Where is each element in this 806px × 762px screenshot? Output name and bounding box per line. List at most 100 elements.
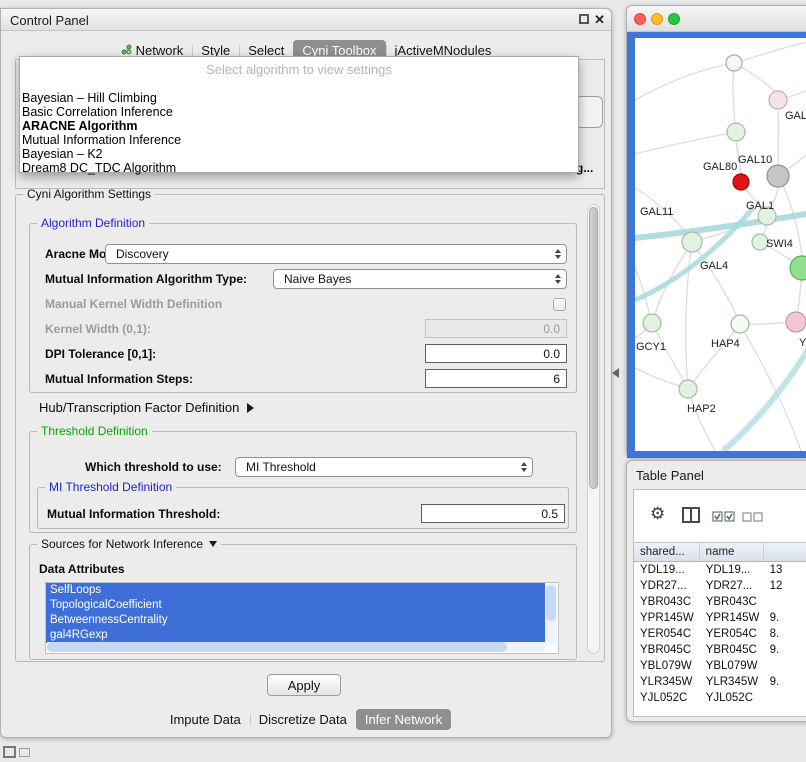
manual-kernel-checkbox[interactable]	[553, 298, 566, 311]
node-green-upper[interactable]	[727, 123, 745, 141]
attribute-item-topologicalcoefficient[interactable]: TopologicalCoefficient	[46, 598, 545, 613]
close-icon[interactable]: ✕	[594, 12, 605, 28]
node-gcy1[interactable]	[643, 314, 661, 332]
network-edge[interactable]	[652, 323, 688, 389]
dock-panel-icon-2[interactable]	[19, 748, 30, 757]
spinner-arrows-icon	[521, 462, 527, 472]
control-panel-titlebar[interactable]: Control Panel ✕	[1, 9, 611, 31]
node-top[interactable]	[726, 55, 742, 71]
table-row[interactable]: YBR045CYBR045C9.	[634, 642, 806, 658]
attribute-item-betweennesscentrality[interactable]: BetweennessCentrality	[46, 613, 545, 628]
table-row[interactable]: YJL052CYJL052C	[634, 690, 806, 706]
dock-panel-icon[interactable]	[3, 746, 16, 758]
network-edge[interactable]	[740, 324, 801, 451]
data-attributes-label: Data Attributes	[39, 562, 125, 576]
table-row[interactable]: YPR145WYPR145W9.	[634, 610, 806, 626]
network-edge[interactable]	[734, 40, 806, 63]
algorithm-option-mutual-information-inference[interactable]: Mutual Information Inference	[21, 133, 577, 147]
table-cell: YBR045C	[700, 642, 764, 658]
hub-transcription-section-toggle[interactable]: Hub/Transcription Factor Definition	[39, 400, 254, 415]
kernel-width-input[interactable]: 0.0	[425, 319, 567, 338]
table-cell: 13	[764, 562, 806, 578]
algorithm-option-bayesian-hill-climbing[interactable]: Bayesian – Hill Climbing	[21, 91, 577, 105]
node-gal10-red[interactable]	[733, 174, 749, 190]
algorithm-option-bayesian-k2[interactable]: Bayesian – K2	[21, 147, 577, 161]
bottom-tab-impute-data[interactable]: Impute Data	[161, 709, 250, 730]
algorithm-option-dream8-dc-tdc-algorithm[interactable]: Dream8 DC_TDC Algorithm	[21, 161, 577, 175]
attributes-hscroll-thumb[interactable]	[47, 642, 507, 652]
attributes-horizontal-scrollbar[interactable]	[47, 642, 545, 652]
table-cell	[764, 690, 806, 706]
panel-collapse-handle[interactable]	[612, 368, 619, 378]
mi-steps-input[interactable]: 6	[425, 369, 567, 388]
node-label-gal4: GAL4	[700, 260, 728, 272]
network-canvas[interactable]: GAL8GAL80GAL10GAL11GAL1SWI4GAL4GCY1HAP4Y…	[635, 38, 806, 451]
attributes-vscroll-thumb[interactable]	[546, 585, 556, 621]
column-header-3[interactable]	[764, 543, 806, 561]
network-edge[interactable]	[688, 324, 740, 389]
dpi-tolerance-input[interactable]: 0.0	[425, 344, 567, 363]
node-label-swi4: SWI4	[766, 238, 793, 250]
select-columns-icon[interactable]	[712, 511, 735, 522]
mi-steps-label: Mutual Information Steps:	[45, 372, 193, 386]
table-row[interactable]: YBL079WYBL079W	[634, 658, 806, 674]
table-header-row: shared...name	[634, 542, 806, 562]
settings-scrollbar-thumb[interactable]	[589, 207, 598, 489]
column-header-name[interactable]: name	[700, 543, 764, 561]
network-window-titlebar[interactable]	[627, 6, 806, 32]
node-label-gcy1: GCY1	[636, 341, 666, 353]
columns-icon[interactable]	[682, 507, 700, 523]
node-gal4[interactable]	[682, 232, 702, 252]
column-header-shared[interactable]: shared...	[634, 543, 700, 561]
network-edge[interactable]	[635, 132, 736, 154]
table-cell: 8.	[764, 626, 806, 642]
table-row[interactable]: YDL19...YDL19...13	[634, 562, 806, 578]
table-row[interactable]: YLR345WYLR345W9.	[634, 674, 806, 690]
node-hap2[interactable]	[679, 380, 697, 398]
attribute-item-gal4rgexp[interactable]: gal4RGexp	[46, 628, 545, 643]
node-pink-top[interactable]	[769, 91, 787, 109]
node-hap4[interactable]	[731, 315, 749, 333]
gear-icon[interactable]: ⚙	[650, 504, 665, 524]
settings-scrollbar[interactable]	[587, 204, 600, 654]
minimize-traffic-light-icon[interactable]	[651, 13, 663, 25]
network-edge[interactable]	[635, 63, 734, 100]
network-edge[interactable]	[723, 334, 806, 451]
hide-columns-icon[interactable]	[742, 512, 763, 522]
mi-threshold-input[interactable]: 0.5	[421, 504, 565, 523]
attribute-item-selfloops[interactable]: SelfLoops	[46, 583, 545, 598]
sources-section-toggle[interactable]: Sources for Network Inference	[37, 537, 221, 551]
algorithm-options-list: Bayesian – Hill ClimbingBasic Correlatio…	[21, 91, 577, 175]
network-edge[interactable]	[692, 242, 740, 324]
table-cell: 12	[764, 578, 806, 594]
node-gray-large[interactable]	[767, 165, 789, 187]
close-traffic-light-icon[interactable]	[634, 13, 646, 25]
table-cell: YJL052C	[634, 690, 700, 706]
data-attributes-list: SelfLoopsTopologicalCoefficientBetweenne…	[46, 583, 558, 643]
aracne-mode-select[interactable]: Discovery	[105, 244, 567, 264]
table-row[interactable]: YER054CYER054C8.	[634, 626, 806, 642]
algorithm-option-basic-correlation-inference[interactable]: Basic Correlation Inference	[21, 105, 577, 119]
algorithm-dropdown-popup: Select algorithm to view settings Bayesi…	[19, 56, 579, 173]
bottom-tab-bar: Impute DataDiscretize DataInfer Network	[1, 707, 611, 731]
network-edge[interactable]	[688, 389, 715, 451]
node-bright-green[interactable]	[790, 256, 806, 280]
apply-button[interactable]: Apply	[267, 674, 341, 696]
zoom-traffic-light-icon[interactable]	[668, 13, 680, 25]
table-cell: YDR27...	[634, 578, 700, 594]
attributes-vertical-scrollbar[interactable]	[545, 584, 557, 644]
algorithm-option-aracne-algorithm[interactable]: ARACNE Algorithm	[21, 119, 577, 133]
node-label-y: Y	[799, 337, 806, 349]
table-cell: YLR345W	[634, 674, 700, 690]
table-cell: YBR043C	[634, 594, 700, 610]
node-rose[interactable]	[786, 312, 806, 332]
network-edge[interactable]	[635, 208, 753, 300]
table-row[interactable]: YDR27...YDR27...12	[634, 578, 806, 594]
control-panel-title: Control Panel	[10, 13, 89, 28]
bottom-tab-discretize-data[interactable]: Discretize Data	[250, 709, 356, 730]
bottom-tab-infer-network[interactable]: Infer Network	[356, 709, 451, 730]
float-window-icon[interactable]	[579, 14, 589, 24]
table-row[interactable]: YBR043CYBR043C	[634, 594, 806, 610]
which-threshold-select[interactable]: MI Threshold	[235, 457, 533, 477]
mi-algorithm-type-select[interactable]: Naive Bayes	[273, 269, 567, 289]
